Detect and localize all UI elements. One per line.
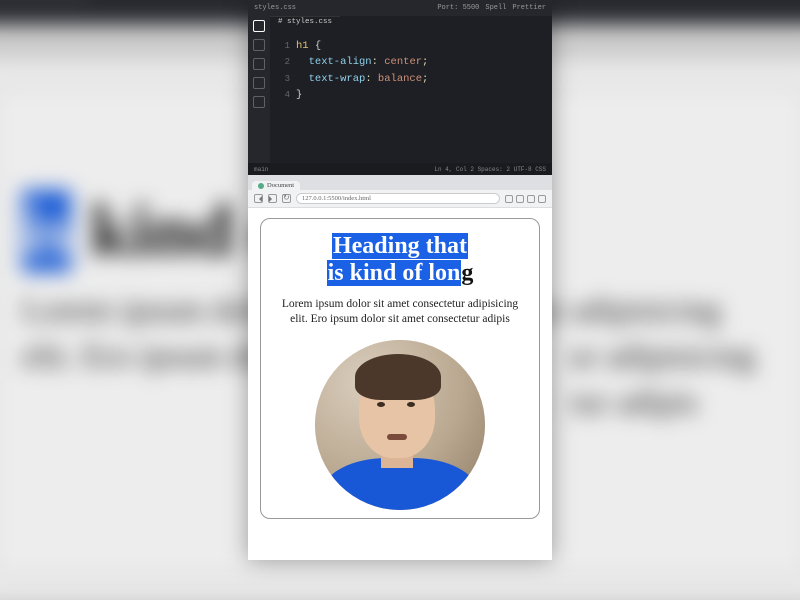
favicon-icon [258,183,264,189]
code-editor: styles.css Port: 5500 Spell Prettier # s… [248,0,552,175]
editor-code[interactable]: 1h1 { 2 text-align: center; 3 text-wrap:… [276,22,544,103]
extension-icon[interactable] [527,195,535,203]
extension-icon[interactable] [505,195,513,203]
files-icon[interactable] [253,20,265,32]
foreground-window: styles.css Port: 5500 Spell Prettier # s… [248,0,552,560]
debug-icon[interactable] [253,77,265,89]
address-bar[interactable]: 127.0.0.1:5500/index.html [296,193,500,204]
content-card: Heading that is kind of long Lorem ipsum… [260,218,540,519]
browser-tab-label: Document [267,182,294,189]
editor-pane[interactable]: # styles.css 1h1 { 2 text-align: center;… [270,0,552,175]
page-content: Heading that is kind of long Lorem ipsum… [248,208,552,560]
editor-tab[interactable]: # styles.css [270,16,340,30]
browser-tab[interactable]: Document [252,181,300,190]
reload-button[interactable] [282,194,291,203]
status-left: main [254,166,268,173]
browser-tabstrip: Document [248,175,552,190]
status-right: Ln 4, Col 2 Spaces: 2 UTF-8 CSS [434,166,546,173]
forward-button[interactable] [268,194,277,203]
extension-icon[interactable] [516,195,524,203]
editor-statusbar: main Ln 4, Col 2 Spaces: 2 UTF-8 CSS [248,163,552,175]
search-icon[interactable] [253,39,265,51]
extensions-icon[interactable] [253,96,265,108]
activity-bar [248,0,270,175]
browser-toolbar: 127.0.0.1:5500/index.html [248,190,552,208]
avatar-image [315,340,485,510]
toolbar-extension-icons [505,195,546,203]
page-paragraph[interactable]: Lorem ipsum dolor sit amet consectetur a… [275,297,525,328]
page-heading[interactable]: Heading that is kind of long [327,233,474,287]
source-control-icon[interactable] [253,58,265,70]
back-button[interactable] [254,194,263,203]
menu-icon[interactable] [538,195,546,203]
browser-window: Document 127.0.0.1:5500/index.html Headi… [248,175,552,560]
